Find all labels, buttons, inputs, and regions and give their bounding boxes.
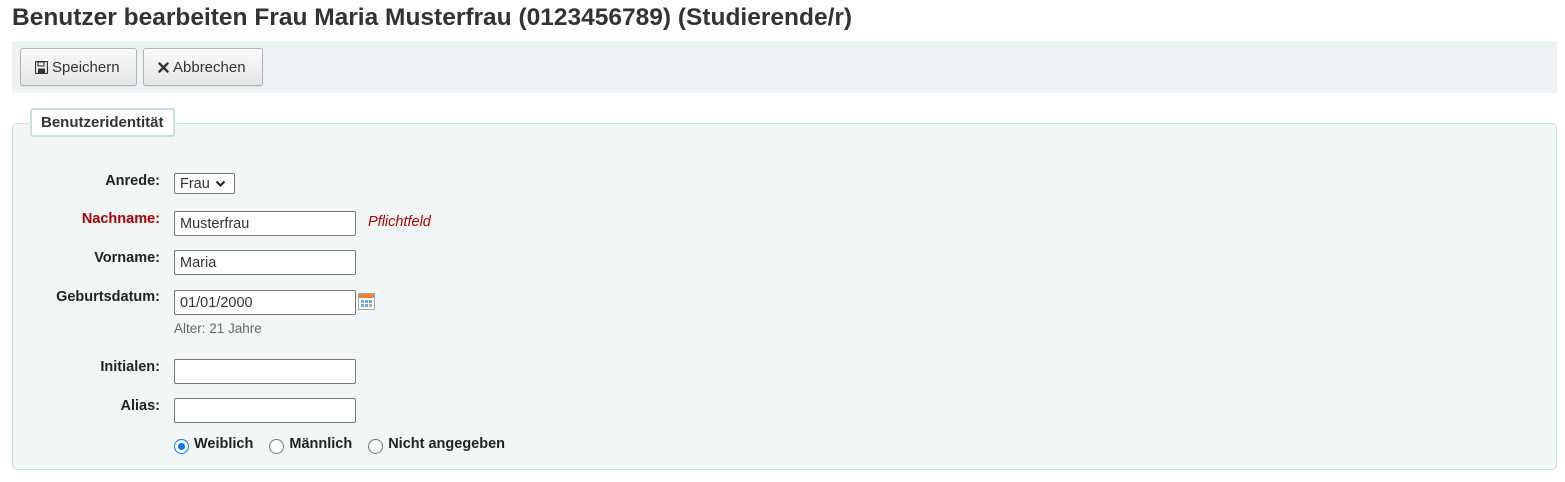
alias-label: Alias: — [120, 398, 161, 414]
chevron-down-icon — [215, 180, 226, 188]
firstname-label: Vorname: — [94, 250, 160, 266]
firstname-input[interactable] — [174, 250, 356, 275]
surname-label: Nachname: — [81, 211, 160, 227]
floppy-disk-icon — [35, 60, 48, 74]
age-hint: Alter: 21 Jahre — [174, 321, 262, 336]
gender-label-female: Weiblich — [194, 436, 254, 452]
required-hint: Pflichtfeld — [368, 214, 431, 230]
cancel-button[interactable]: Abbrechen — [143, 48, 263, 86]
alias-input[interactable] — [174, 398, 356, 423]
gender-radio-group: Weiblich Männlich Nicht angegeben — [174, 436, 521, 454]
gender-option-male[interactable]: Männlich — [269, 436, 353, 454]
gender-label-unspecified: Nicht angegeben — [388, 436, 506, 452]
radio-female[interactable] — [174, 438, 189, 454]
dob-label: Geburtsdatum: — [56, 289, 160, 305]
gender-option-unspecified[interactable]: Nicht angegeben — [368, 436, 506, 454]
salutation-label: Anrede: — [105, 173, 160, 189]
toolbar: Speichern Abbrechen — [12, 41, 1557, 93]
surname-input[interactable] — [174, 211, 356, 236]
cancel-button-label: Abbrechen — [173, 58, 246, 76]
gender-option-female[interactable]: Weiblich — [174, 436, 254, 454]
salutation-value: Frau — [180, 175, 210, 192]
close-icon — [158, 61, 169, 73]
save-button[interactable]: Speichern — [20, 48, 137, 86]
identity-legend: Benutzeridentität — [30, 108, 175, 137]
initials-label: Initialen: — [100, 359, 160, 375]
initials-input[interactable] — [174, 359, 356, 384]
calendar-icon[interactable] — [358, 293, 375, 310]
radio-male[interactable] — [269, 438, 285, 454]
salutation-select[interactable]: Frau — [174, 173, 235, 194]
gender-label-male: Männlich — [289, 436, 353, 452]
radio-unspecified[interactable] — [368, 438, 384, 454]
page-title: Benutzer bearbeiten Frau Maria Musterfra… — [12, 4, 853, 31]
dob-input[interactable] — [174, 290, 356, 315]
save-button-label: Speichern — [52, 58, 120, 76]
